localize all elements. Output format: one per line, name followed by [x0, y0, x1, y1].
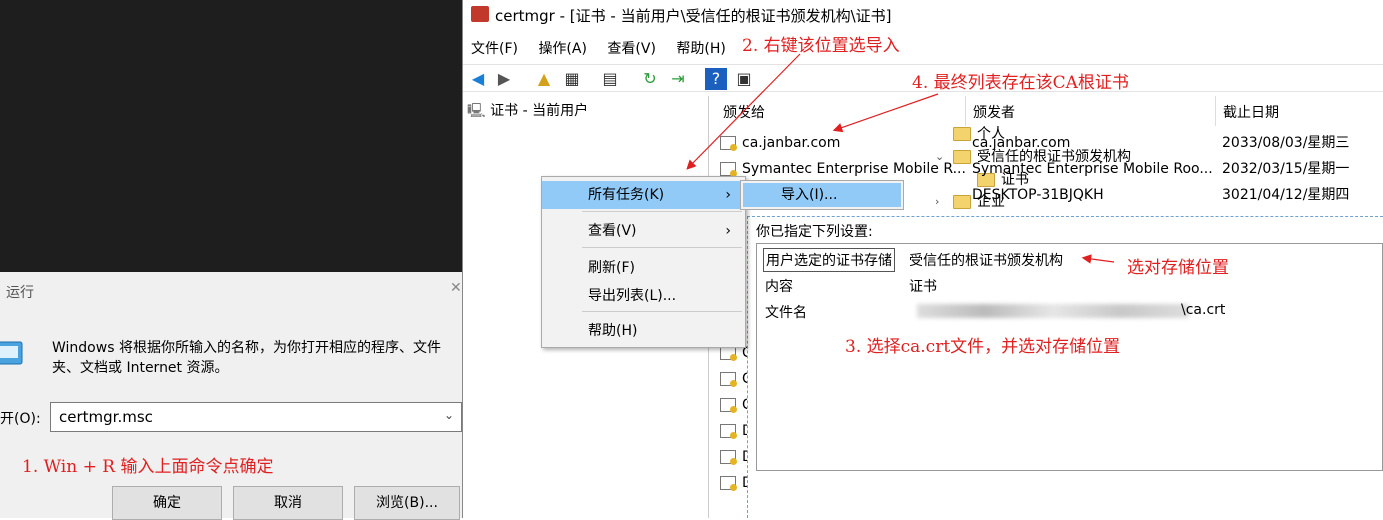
- menu-all-tasks[interactable]: 所有任务(K) ›: [542, 181, 745, 209]
- column-header-issued-to[interactable]: 颁发给: [723, 102, 765, 122]
- submenu: 导入(I)...: [740, 180, 904, 210]
- menu-separator: [582, 247, 742, 248]
- table-cell: Symantec Enterprise Mobile Roo...: [972, 161, 1213, 177]
- menu-separator: [582, 211, 742, 212]
- wizard-heading: 你已指定下列设置:: [756, 224, 873, 240]
- run-description: Windows 将根据你所输入的名称，为你打开相应的程序、文件夹、文档或 Int…: [52, 340, 441, 376]
- up-folder-icon[interactable]: ▲: [533, 68, 555, 90]
- menu-view-label: 查看(V): [588, 223, 637, 239]
- table-cell: DESKTOP-31BJQKH: [972, 187, 1104, 203]
- certificate-icon: [720, 372, 737, 387]
- menu-help[interactable]: 帮助(H): [668, 34, 733, 62]
- menu-view[interactable]: 查看(V): [599, 34, 664, 62]
- setting-value-content: 证书: [909, 279, 937, 295]
- certificate-icon: [720, 450, 737, 465]
- ok-button[interactable]: 确定: [112, 486, 222, 520]
- forward-arrow-icon[interactable]: ▶: [493, 68, 515, 90]
- certificate-icon: [720, 398, 737, 413]
- clipboard-icon[interactable]: ▤: [599, 68, 621, 90]
- annotation-step3: 3. 选择ca.crt文件，并选对存储位置: [845, 337, 1121, 357]
- setting-key-content: 内容: [765, 279, 793, 295]
- setting-key-store: 用户选定的证书存储: [763, 248, 895, 272]
- menu-file[interactable]: 文件(F): [463, 34, 526, 62]
- menu-import[interactable]: 导入(I)...: [743, 183, 901, 207]
- certificate-icon: [720, 162, 737, 177]
- setting-key-filename: 文件名: [765, 305, 807, 321]
- back-arrow-icon[interactable]: ◀: [467, 68, 489, 90]
- setting-value-store: 受信任的根证书颁发机构: [909, 253, 1063, 269]
- table-cell: ca.janbar.com: [972, 135, 1071, 151]
- table-cell: Symantec Enterprise Mobile R...: [742, 161, 966, 177]
- column-header-expiration[interactable]: 截止日期: [1223, 102, 1279, 122]
- tree-root-label: 证书 - 当前用户: [490, 103, 589, 119]
- menu-separator: [582, 311, 742, 312]
- annotation-step1: 1. Win + R 输入上面命令点确定: [22, 457, 274, 477]
- certificate-icon: [720, 136, 737, 151]
- refresh-icon[interactable]: ↻: [639, 68, 661, 90]
- column-header-issued-by[interactable]: 颁发者: [973, 102, 1015, 122]
- run-icon: [0, 338, 26, 370]
- desktop-background: [0, 0, 462, 272]
- certmgr-app-icon: [471, 6, 489, 22]
- menu-view-item[interactable]: 查看(V) ›: [542, 217, 745, 245]
- column-separator: [965, 96, 966, 126]
- certificate-store-icon: 🖳: [467, 103, 486, 119]
- setting-value-filename: \ca.crt: [1181, 302, 1226, 318]
- run-command-input[interactable]: certmgr.msc: [50, 402, 462, 432]
- wizard-settings-box: 用户选定的证书存储 受信任的根证书颁发机构 内容 证书 文件名 \ca.crt …: [756, 243, 1383, 471]
- certificate-icon: [720, 346, 737, 361]
- table-row[interactable]: D: [714, 470, 753, 496]
- table-cell: 2032/03/15/星期一: [1222, 161, 1350, 177]
- menu-help-item[interactable]: 帮助(H): [542, 317, 745, 345]
- certificate-icon: [720, 424, 737, 439]
- run-dialog-title: 运行: [6, 285, 34, 301]
- table-cell: ca.janbar.com: [742, 135, 841, 151]
- open-label: 开(O):: [0, 411, 41, 427]
- help-icon[interactable]: ?: [705, 68, 727, 90]
- export-list-icon[interactable]: ⇥: [667, 68, 689, 90]
- menubar: 文件(F) 操作(A) 查看(V) 帮助(H): [463, 34, 1383, 60]
- close-icon[interactable]: ✕: [450, 280, 462, 296]
- properties-icon[interactable]: ▣: [733, 68, 755, 90]
- browse-button[interactable]: 浏览(B)...: [354, 486, 460, 520]
- show-tree-icon[interactable]: ▦: [561, 68, 583, 90]
- table-row[interactable]: D: [714, 444, 753, 470]
- chevron-down-icon[interactable]: ⌄: [444, 408, 454, 422]
- table-row[interactable]: ca.janbar.com ca.janbar.com 2033/08/03/星期三: [714, 130, 1383, 156]
- annotation-store: 选对存储位置: [1127, 258, 1229, 278]
- menu-export-list[interactable]: 导出列表(L)...: [542, 282, 745, 310]
- redacted-path: [917, 304, 1189, 318]
- menu-action[interactable]: 操作(A): [530, 34, 595, 62]
- tree-root[interactable]: 🖳 证书 - 当前用户: [467, 100, 588, 122]
- cancel-button[interactable]: 取消: [233, 486, 343, 520]
- menu-all-tasks-label: 所有任务(K): [588, 187, 665, 203]
- table-row[interactable]: C: [714, 366, 752, 392]
- chevron-right-icon: ›: [725, 187, 731, 203]
- window-title: certmgr - [证书 - 当前用户\受信任的根证书颁发机构\证书]: [495, 7, 892, 25]
- table-cell: 2033/08/03/星期三: [1222, 135, 1350, 151]
- menu-refresh[interactable]: 刷新(F): [542, 254, 745, 282]
- annotation-step4: 4. 最终列表存在该CA根证书: [912, 73, 1129, 93]
- run-dialog: 运行 ✕ Windows 将根据你所输入的名称，为你打开相应的程序、文件夹、文档…: [0, 272, 462, 520]
- table-row[interactable]: Symantec Enterprise Mobile R... Symantec …: [714, 156, 1383, 182]
- annotation-step2: 2. 右键该位置选导入: [742, 36, 900, 56]
- column-separator: [1215, 96, 1216, 126]
- table-cell: 3021/04/12/星期四: [1222, 187, 1350, 203]
- table-row[interactable]: C: [714, 392, 752, 418]
- chevron-right-icon: ›: [725, 223, 731, 239]
- certificate-icon: [720, 476, 737, 491]
- table-row[interactable]: D: [714, 418, 753, 444]
- context-menu: 所有任务(K) › 查看(V) › 刷新(F) 导出列表(L)... 帮助(H): [541, 176, 746, 348]
